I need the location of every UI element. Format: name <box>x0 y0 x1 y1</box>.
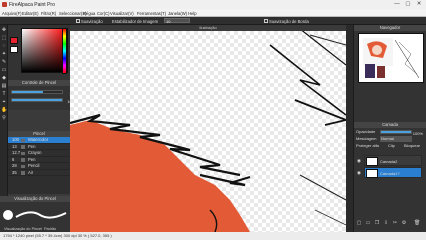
brush-control-title: Controle de Pincel <box>8 80 70 86</box>
menu-tools[interactable]: Ferramentas(T) <box>137 11 166 16</box>
layer-thumbnail <box>366 169 378 178</box>
layer-name: Camada1? <box>380 171 400 176</box>
menu-color[interactable]: Cor(C) <box>97 11 110 16</box>
new-layer-icon[interactable]: ▢ <box>356 220 362 226</box>
brush-opacity-fill <box>12 99 62 101</box>
brush-icon <box>21 171 25 175</box>
trash-icon[interactable]: 🗑 <box>414 220 420 226</box>
brush-size: 35 <box>12 169 17 175</box>
stabilizer-label: Estabilizador de Imagem <box>112 18 159 24</box>
right-tool-column <box>346 25 354 232</box>
menu-edit[interactable]: Editar(E) <box>22 11 39 16</box>
lock-checkbox[interactable]: Bloquear <box>404 143 422 149</box>
new-folder-icon[interactable]: ▭ <box>365 220 371 226</box>
app-icon <box>2 2 7 7</box>
brush-preview-title: Visualização do Pincel <box>0 196 70 202</box>
brush-preview-sub-2[interactable]: Padrão <box>44 227 56 231</box>
brush-icon <box>21 164 25 168</box>
zoom-tool-icon[interactable]: ⚲ <box>1 115 7 121</box>
brush-icon <box>21 145 25 149</box>
wand-tool-icon[interactable]: ✦ <box>1 51 7 57</box>
layer-opacity-slider[interactable]: 100% <box>380 130 423 136</box>
eyedropper-tool-icon[interactable]: ⌖ <box>1 99 7 105</box>
options-toolbar: Suavização Estabilizador de Imagem 10 Su… <box>0 17 426 25</box>
navigator-preview[interactable] <box>358 33 424 83</box>
antialias-checkbox[interactable] <box>76 19 80 24</box>
brush-preview-stroke <box>3 210 67 220</box>
menu-ruler[interactable]: Régua <box>83 11 95 16</box>
merge-down-icon[interactable]: ⇩ <box>383 220 389 226</box>
brush-list: 100 Watercolor 13 Pen 12.7 Crayon 6 Pen … <box>8 137 70 194</box>
lasso-tool-icon[interactable]: ◌ <box>1 43 7 49</box>
layer-name: Camada2 <box>380 159 398 164</box>
brush-preview-sub-1: Visualização do Pincel <box>4 227 42 231</box>
edge-label: Suavização de Borda <box>269 18 309 24</box>
antialias-label: Suavização <box>81 18 103 24</box>
edge-checkbox[interactable] <box>264 19 268 24</box>
brush-opacity-slider[interactable]: 100 <box>11 98 74 104</box>
text-tool-icon[interactable]: T <box>1 91 7 97</box>
move-tool-icon[interactable]: ✥ <box>1 27 7 33</box>
duplicate-layer-icon[interactable]: ❐ <box>374 220 380 226</box>
brush-icon <box>21 151 25 155</box>
hand-tool-icon[interactable]: ✋ <box>1 107 7 113</box>
blend-mode-select[interactable]: Normal <box>380 136 412 142</box>
canvas-area[interactable] <box>70 25 346 232</box>
menu-window[interactable]: Janela(W) <box>168 11 187 16</box>
brush-preview-panel: Visualização do Pincel Visualização do P… <box>0 196 70 232</box>
title-bar: FireAlpaca Paint Pro — ▢ ✕ <box>0 0 426 9</box>
layer-thumbnail <box>366 157 378 166</box>
menu-bar: Arquivo(F) Editar(E) Filtro(R) Seleccion… <box>0 9 426 17</box>
color-panel <box>8 25 70 80</box>
layer-opacity-value: 100% <box>412 130 423 136</box>
brush-control-panel: Controle de Pincel 30 100 <box>8 80 74 110</box>
brush-tool-icon[interactable]: ✎ <box>1 59 7 65</box>
select-tool-icon[interactable]: ⬚ <box>1 35 7 41</box>
window-title: FireAlpaca Paint Pro <box>9 2 55 8</box>
clipping-checkbox[interactable]: Clip <box>388 143 400 149</box>
settings-icon[interactable]: ⚙ <box>401 220 407 226</box>
brush-icon <box>21 138 25 142</box>
menu-help[interactable]: Help <box>188 11 197 16</box>
right-panel: Navegador Camada Opacidade 100% Mesclage… <box>346 25 426 232</box>
secondary-color-swatch[interactable] <box>10 46 18 53</box>
status-bar: 1754 * 1240 pixel (55.7 * 39.4cm) 300 dp… <box>0 232 426 240</box>
canvas-tab[interactable]: Ilustração <box>70 25 346 31</box>
brush-size-fill <box>12 91 43 93</box>
maximize-icon[interactable]: ▢ <box>403 1 413 7</box>
menu-view[interactable]: Visualizar(V) <box>110 11 134 16</box>
brush-item[interactable]: 35 Air <box>8 169 70 176</box>
clear-layer-icon[interactable]: ✂ <box>392 220 398 226</box>
menu-filter[interactable]: Filtro(R) <box>41 11 56 16</box>
color-picker-square[interactable] <box>21 28 68 73</box>
navigator-title: Navegador <box>354 25 426 31</box>
gradient-tool-icon[interactable]: ▤ <box>1 83 7 89</box>
hue-slider[interactable] <box>62 28 67 74</box>
primary-color-swatch[interactable] <box>10 37 18 44</box>
layer-row[interactable]: Camada2 <box>364 155 422 166</box>
minimize-icon[interactable]: — <box>392 1 402 7</box>
edge-option[interactable]: Suavização de Borda <box>264 19 309 24</box>
protect-alpha-checkbox[interactable]: Proteger alfa <box>356 143 379 149</box>
layer-row[interactable]: Camada1? <box>364 167 422 178</box>
fill-tool-icon[interactable]: ◆ <box>1 75 7 81</box>
layer-title: Camada <box>354 122 426 128</box>
brush-icon <box>21 158 25 162</box>
brush-size-slider[interactable]: 30 <box>11 90 74 96</box>
navigator-thumbnail <box>363 38 420 79</box>
antialias-option[interactable]: Suavização <box>76 19 103 24</box>
close-icon[interactable]: ✕ <box>414 1 424 7</box>
layer-opacity-fill <box>381 131 411 133</box>
brush-name: Air <box>28 169 34 175</box>
eraser-tool-icon[interactable]: ▭ <box>1 67 7 73</box>
stabilizer-field[interactable]: 10 <box>164 18 190 24</box>
artwork <box>70 25 346 232</box>
eye-icon[interactable]: ◉ <box>357 170 362 175</box>
menu-file[interactable]: Arquivo(F) <box>2 11 22 16</box>
eye-icon[interactable]: ◉ <box>357 158 362 163</box>
